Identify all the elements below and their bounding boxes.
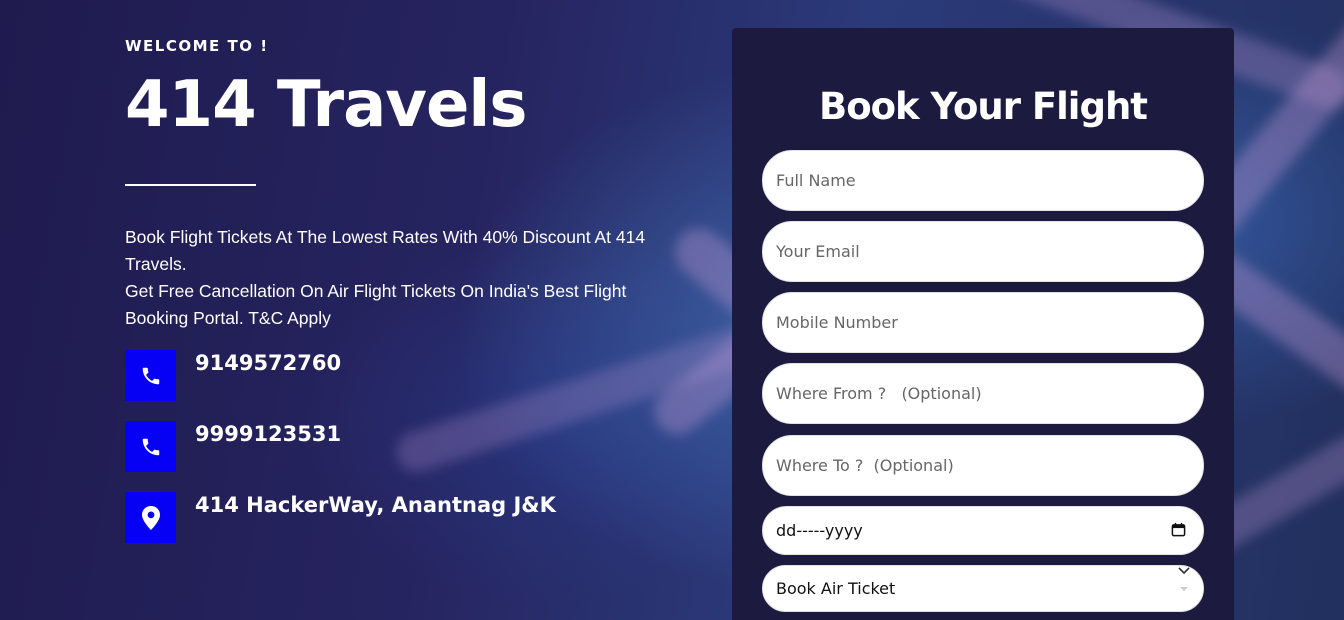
form-title: Book Your Flight <box>819 85 1148 128</box>
phone-icon <box>125 350 176 401</box>
hero-description: Book Flight Tickets At The Lowest Rates … <box>125 224 665 332</box>
where-to-input[interactable]: Where To ? (Optional) <box>762 435 1204 496</box>
phone-number-1[interactable]: 9149572760 <box>195 351 341 375</box>
service-selected-value: Book Air Ticket <box>776 579 896 598</box>
location-pin-icon <box>125 492 176 543</box>
date-input[interactable]: dd-----yyyy <box>762 506 1204 555</box>
where-from-input[interactable]: Where From ? (Optional) <box>762 363 1204 424</box>
where-to-placeholder: Where To ? (Optional) <box>776 456 954 475</box>
phone-icon <box>125 421 176 472</box>
full-name-input[interactable]: Full Name <box>762 150 1204 211</box>
contact-phone-2[interactable]: 9999123531 <box>125 421 341 472</box>
welcome-label: WELCOME TO ! <box>125 37 269 55</box>
description-line-1: Book Flight Tickets At The Lowest Rates … <box>125 227 646 274</box>
email-input[interactable]: Your Email <box>762 221 1204 282</box>
address-text: 414 HackerWay, Anantnag J&K <box>195 493 556 517</box>
description-line-2: Get Free Cancellation On Air Flight Tick… <box>125 281 627 328</box>
service-select[interactable]: Book Air Ticket <box>762 565 1204 612</box>
mobile-input[interactable]: Mobile Number <box>762 292 1204 353</box>
mobile-placeholder: Mobile Number <box>776 313 898 332</box>
contact-address: 414 HackerWay, Anantnag J&K <box>125 492 556 543</box>
phone-number-2[interactable]: 9999123531 <box>195 422 341 446</box>
brand-title: 414 Travels <box>125 68 527 142</box>
date-value: dd-----yyyy <box>776 521 863 540</box>
title-divider <box>125 184 256 186</box>
calendar-icon[interactable] <box>1171 522 1186 541</box>
where-from-placeholder: Where From ? (Optional) <box>776 384 982 403</box>
email-placeholder: Your Email <box>776 242 860 261</box>
chevron-down-icon[interactable] <box>1177 566 1191 600</box>
full-name-placeholder: Full Name <box>776 171 856 190</box>
contact-phone-1[interactable]: 9149572760 <box>125 350 341 401</box>
